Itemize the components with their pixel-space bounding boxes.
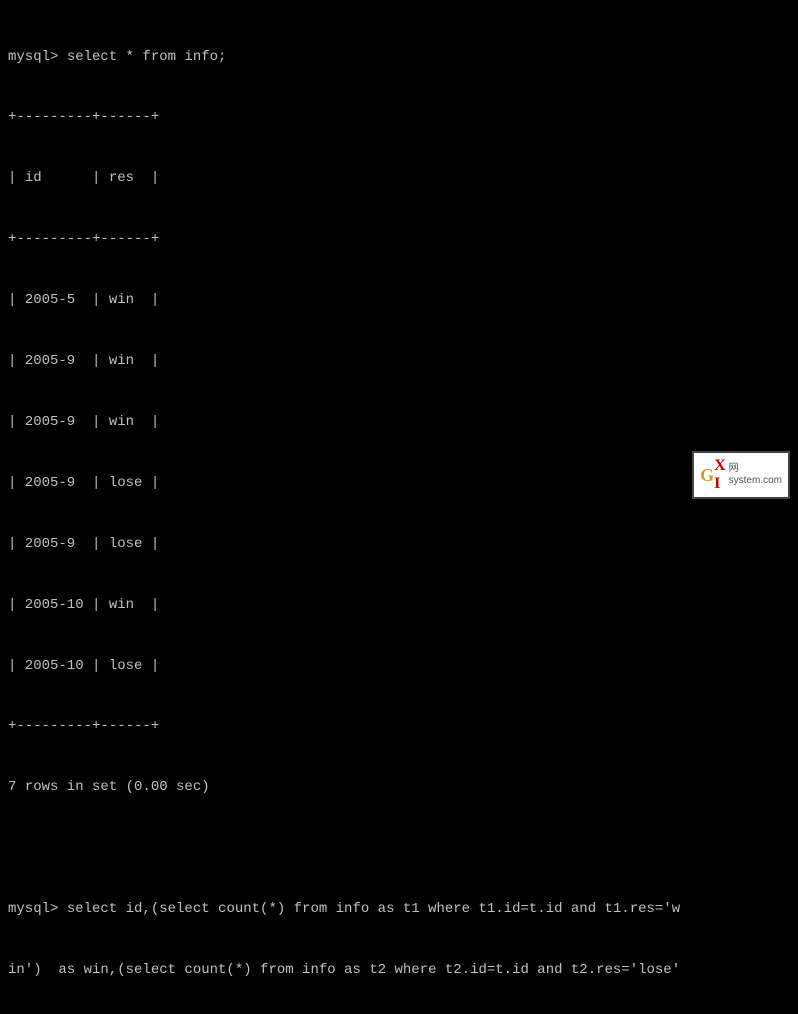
watermark: G XI 网 system.com	[692, 451, 790, 499]
watermark-xi-text: XI	[714, 457, 726, 493]
table-row: | 2005-9 | lose |	[8, 534, 790, 554]
table-row: | 2005-9 | win |	[8, 412, 790, 432]
terminal: mysql> select * from info; +---------+--…	[0, 0, 798, 507]
table-header: | id | res |	[8, 168, 790, 188]
table-row: | 2005-9 | lose |	[8, 473, 790, 493]
watermark-logo: G XI	[700, 457, 726, 493]
prompt-line-2: mysql> select id,(select count(*) from i…	[8, 899, 790, 919]
table-row: | 2005-5 | win |	[8, 290, 790, 310]
watermark-net-line1: 网	[729, 463, 782, 475]
command: select * from info;	[67, 49, 227, 65]
blank-line	[8, 838, 790, 858]
table-border: +---------+------+	[8, 107, 790, 127]
table-row: | 2005-10 | lose |	[8, 656, 790, 676]
watermark-site: 网 system.com	[729, 463, 782, 487]
table-row: | 2005-10 | win |	[8, 595, 790, 615]
table-row: | 2005-9 | win |	[8, 351, 790, 371]
terminal-line-1: mysql> select * from info;	[8, 47, 790, 67]
row-count: 7 rows in set (0.00 sec)	[8, 777, 790, 797]
watermark-g-letter: G	[700, 465, 714, 486]
prompt: mysql>	[8, 49, 67, 65]
watermark-net-line2: system.com	[729, 475, 782, 487]
table-border: +---------+------+	[8, 716, 790, 736]
table-border: +---------+------+	[8, 229, 790, 249]
cmd-continuation-1: in') as win,(select count(*) from info a…	[8, 960, 790, 980]
